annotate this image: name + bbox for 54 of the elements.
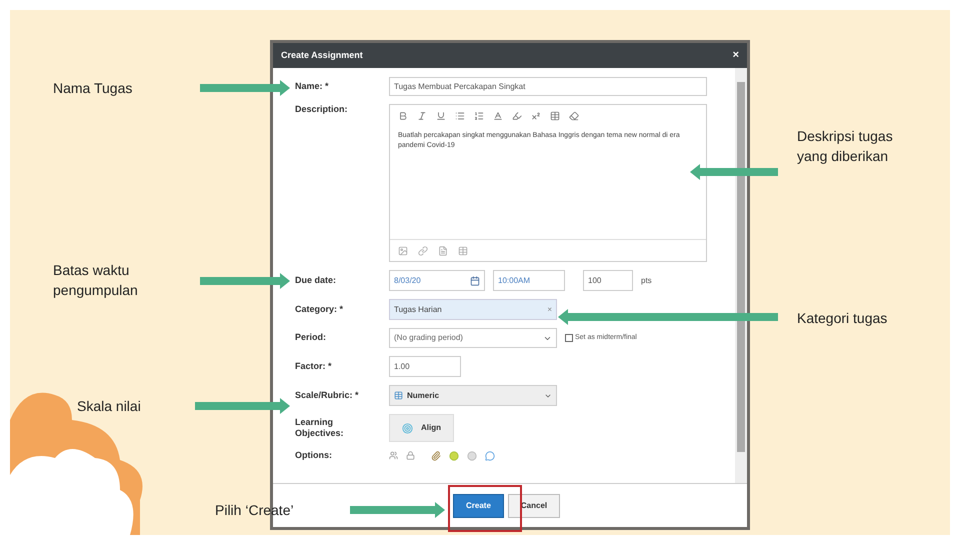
field-label: Name: * [295,80,330,92]
category-chip[interactable]: Tugas Harian × [389,299,557,320]
table-icon [394,391,403,400]
create-button[interactable]: Create [453,494,504,518]
points-field[interactable]: 100 [583,270,633,291]
time-field[interactable]: 10:00AM [493,270,565,291]
superscript-icon[interactable] [531,111,541,121]
cancel-button[interactable]: Cancel [508,494,560,518]
scale-select[interactable]: Numeric [389,385,557,406]
dialog-title: Create Assignment [281,48,363,62]
paperclip-icon[interactable] [431,450,441,461]
target-icon [402,422,413,434]
bold-icon[interactable] [398,111,408,121]
highlighter-icon[interactable] [512,111,522,121]
link-icon[interactable] [418,246,428,256]
close-button[interactable]: × [732,50,739,61]
field-label: Learning Objectives: [295,416,345,440]
scale-value: Numeric [407,390,440,402]
date-field[interactable]: 8/03/20 [389,270,485,291]
field-label: Period: [295,332,328,344]
field-label: Description: [295,104,349,116]
midterm-checkbox[interactable] [565,334,573,342]
period-value: (No grading period) [394,332,463,344]
points-unit: pts [641,274,652,286]
image-icon[interactable] [398,246,408,256]
bullet-list-icon[interactable] [455,111,465,121]
date-value: 8/03/20 [394,274,421,286]
annotation-label: Nama Tugas [53,79,134,98]
table-icon[interactable] [550,111,560,121]
annotation-label: Batas waktu pengumpulan [53,261,139,300]
table-icon[interactable] [458,246,468,256]
annotation-label: Skala nilai [77,397,142,416]
category-value: Tugas Harian [394,304,442,316]
calendar-icon[interactable] [470,276,480,286]
numbered-list-icon[interactable] [474,111,484,121]
name-field[interactable]: Tugas Membuat Percakapan Singkat [389,77,707,96]
field-label: Factor: * [295,360,333,372]
align-button[interactable]: Align [389,414,454,442]
period-select[interactable]: (No grading period) [389,328,557,348]
comment-icon[interactable] [485,450,495,461]
field-label: Scale/Rubric: * [295,390,360,402]
users-icon[interactable] [389,451,398,460]
eraser-icon[interactable] [569,111,579,121]
field-label: Options: [295,450,333,462]
field-label: Due date: [295,274,338,286]
factor-field[interactable]: 1.00 [389,356,461,377]
text-color-icon[interactable] [493,111,503,121]
annotation-label: Deskripsi tugas yang diberikan [797,127,893,166]
field-label: Category: * [295,304,344,316]
file-icon[interactable] [438,246,448,256]
underline-icon[interactable] [436,111,446,121]
italic-icon[interactable] [417,111,427,121]
annotation-label: Kategori tugas [797,309,888,328]
lock-icon[interactable] [406,451,415,460]
